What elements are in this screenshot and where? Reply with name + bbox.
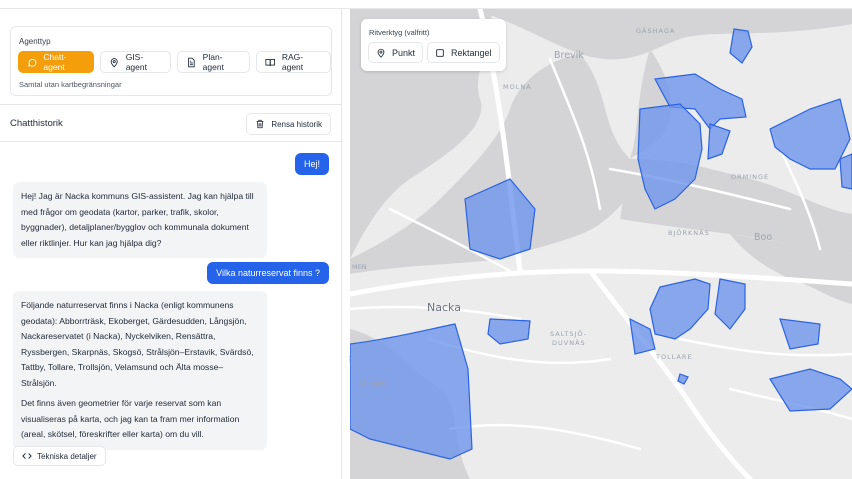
technical-details-label: Tekniska detaljer	[37, 451, 97, 461]
map-pin-icon	[111, 57, 118, 67]
assistant-message: Följande naturreservat finns i Nacka (en…	[13, 291, 267, 450]
assistant-message-text: Det finns även geometrier för varje rese…	[21, 398, 240, 439]
agent-type-box: Agenttyp Chatt-agent GIS-agent Plan-agen…	[10, 26, 332, 96]
rag-agent-button[interactable]: RAG-agent	[256, 51, 331, 73]
map-label-bjorknas: BJÖRKNÄS	[668, 229, 710, 237]
map-pin-icon	[377, 48, 385, 58]
map-label-boo: Boo	[754, 232, 773, 243]
map-label-sthagen: sthagen	[360, 379, 389, 387]
rag-agent-label: RAG-agent	[281, 52, 304, 72]
chat-history-header: Chatthistorik Rensa historik	[0, 104, 341, 142]
map-view[interactable]: GÄSHAGA Brevik MOLNA ORMINGE BJÖRKNÄS Bo…	[350, 9, 852, 479]
draw-tools-buttons: Punkt Rektangel	[368, 42, 500, 63]
panel-resize-handle[interactable]: ⋮	[346, 355, 353, 365]
code-icon	[22, 453, 32, 459]
chat-agent-button[interactable]: Chatt-agent	[18, 51, 95, 73]
clear-history-button[interactable]: Rensa historik	[246, 113, 331, 135]
trash-icon	[256, 119, 264, 129]
map-label-brevik: Brevik	[554, 50, 584, 61]
map-label-duvnas: DUVNÄS	[552, 339, 586, 347]
top-bar	[0, 0, 852, 9]
chat-panel: Agenttyp Chatt-agent GIS-agent Plan-agen…	[0, 0, 342, 479]
assistant-message: Hej! Jag är Nacka kommuns GIS-assistent.…	[13, 182, 267, 258]
clear-history-label: Rensa historik	[271, 119, 322, 129]
user-message: Hej!	[294, 153, 329, 175]
rectangle-tool-label: Rektangel	[451, 47, 492, 58]
point-tool-label: Punkt	[392, 47, 416, 58]
assistant-message-text: Hej! Jag är Nacka kommuns GIS-assistent.…	[21, 191, 254, 248]
chat-history-title: Chatthistorik	[10, 118, 63, 129]
technical-details-button[interactable]: Tekniska detaljer	[13, 446, 106, 466]
map-label-nacka: Nacka	[427, 301, 461, 314]
gis-agent-label: GIS-agent	[125, 52, 147, 72]
chat-bubble-icon	[28, 58, 37, 67]
plan-agent-button[interactable]: Plan-agent	[177, 51, 251, 73]
map-label-men: MEN	[352, 263, 367, 271]
point-tool-button[interactable]: Punkt	[368, 42, 424, 63]
plan-agent-label: Plan-agent	[202, 52, 224, 72]
rectangle-tool-button[interactable]: Rektangel	[427, 42, 500, 63]
map-canvas	[350, 9, 852, 479]
assistant-message-text: Följande naturreservat finns i Nacka (en…	[21, 300, 254, 388]
agent-description: Samtal utan kartbegränsningar	[19, 80, 122, 89]
book-icon	[265, 58, 276, 66]
map-label-gashaga: GÄSHAGA	[636, 27, 676, 35]
user-message: Vilka naturreservat finns ?	[207, 262, 329, 284]
agent-type-title: Agenttyp	[19, 37, 51, 46]
square-icon	[436, 48, 444, 57]
draw-tools-title: Ritverktyg (valfritt)	[369, 28, 430, 37]
document-icon	[188, 57, 195, 67]
chat-agent-label: Chatt-agent	[43, 52, 67, 72]
map-label-tollare: TOLLARE	[656, 353, 693, 361]
map-label-saltsjo: SALTSJÖ-	[550, 330, 588, 338]
map-label-orminge: ORMINGE	[731, 173, 770, 181]
draw-tools-panel: Ritverktyg (valfritt) Punkt Rektangel	[361, 19, 506, 71]
map-label-molna: MOLNA	[503, 83, 532, 91]
agent-type-buttons: Chatt-agent GIS-agent Plan-agent RAG-age…	[18, 51, 331, 73]
gis-agent-button[interactable]: GIS-agent	[100, 51, 172, 73]
